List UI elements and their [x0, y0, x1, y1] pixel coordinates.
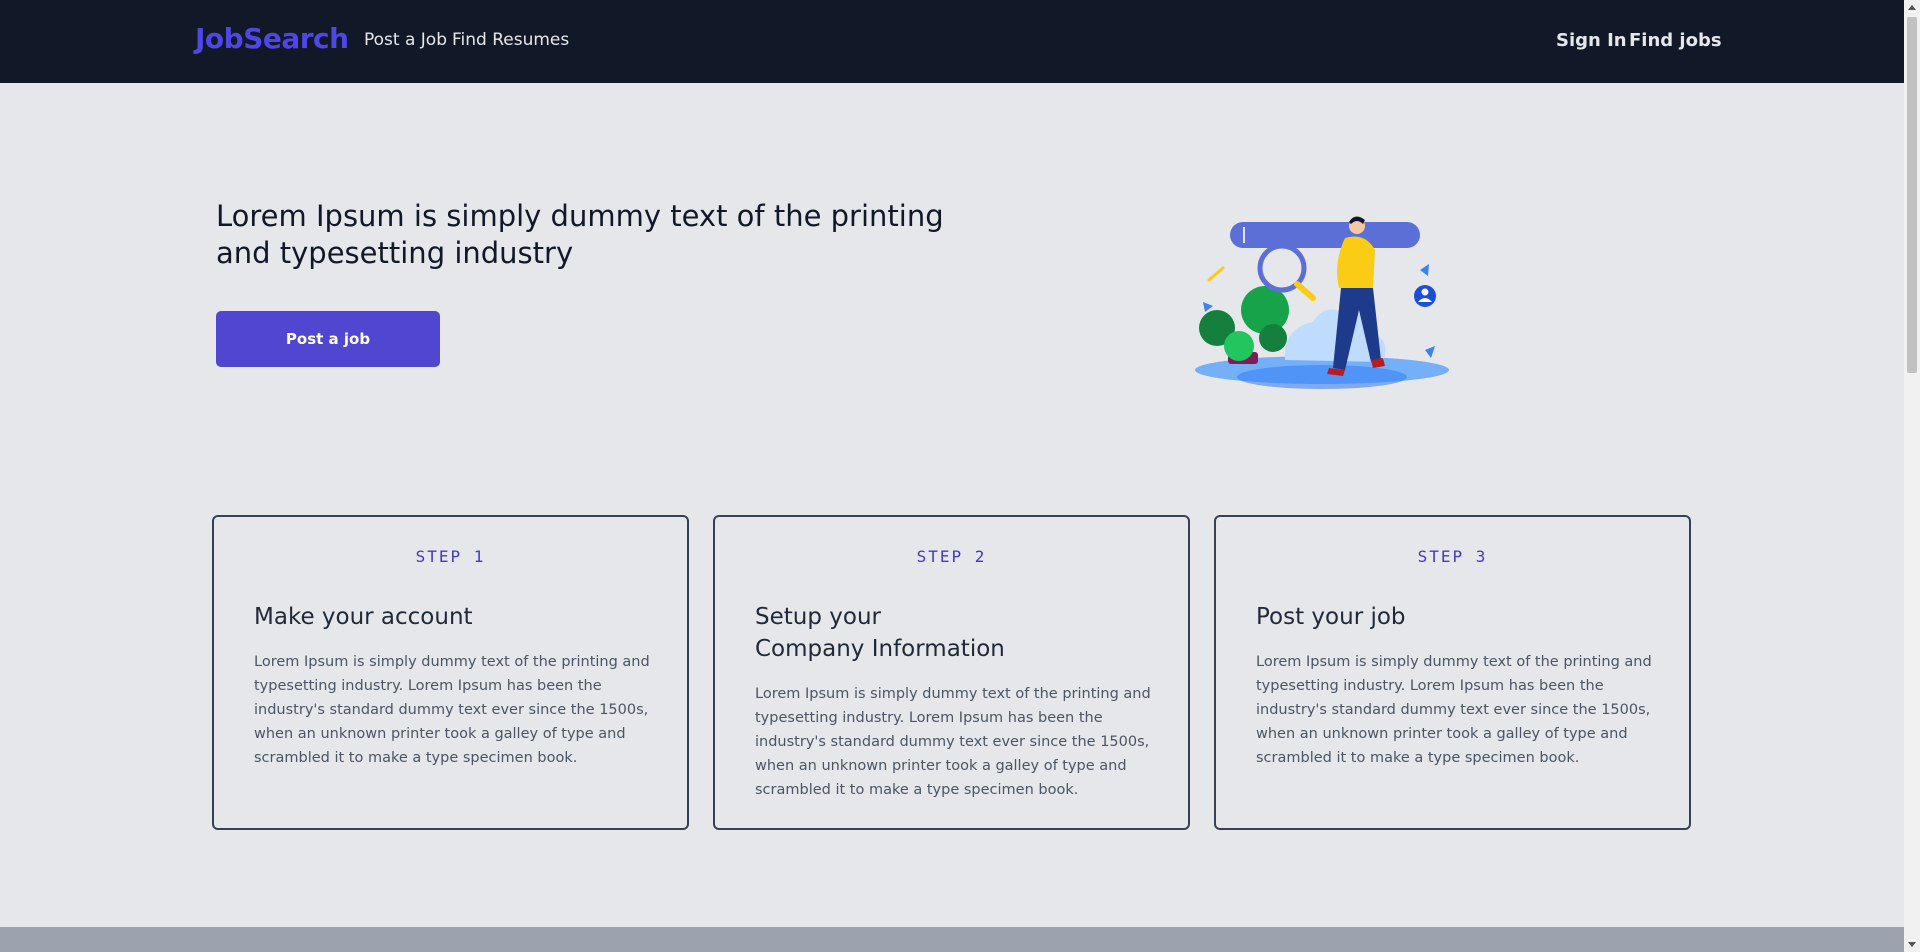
nav-sign-in-link[interactable]: Sign In	[1556, 30, 1627, 51]
step-label: STEP 3	[1417, 547, 1488, 566]
magnifier-handle	[1294, 281, 1316, 301]
step-label: STEP 2	[916, 547, 987, 566]
person-body	[1337, 236, 1375, 288]
step-title: Make your account	[254, 604, 473, 630]
post-a-job-button[interactable]: Post a job	[216, 311, 440, 367]
search-bar-shape	[1230, 222, 1420, 248]
triangle-decoration	[1425, 346, 1435, 358]
vertical-scrollbar[interactable]	[1904, 0, 1920, 952]
nav-find-jobs-link[interactable]: Find jobs	[1629, 30, 1722, 51]
step-description: Lorem Ipsum is simply dummy text of the …	[755, 686, 1151, 798]
key-decoration	[1207, 266, 1225, 282]
step-label: STEP 1	[415, 547, 486, 566]
step-description: Lorem Ipsum is simply dummy text of the …	[1256, 654, 1652, 766]
step-description: Lorem Ipsum is simply dummy text of the …	[254, 654, 650, 766]
job-search-illustration	[1195, 216, 1449, 389]
scrollbar-thumb[interactable]	[1907, 17, 1917, 373]
top-navbar: JobSearch Post a Job Find Resumes Sign I…	[0, 0, 1904, 83]
scroll-up-arrow-icon[interactable]	[1908, 5, 1916, 10]
triangle-decoration	[1203, 302, 1213, 312]
step-title: Post your job	[1256, 604, 1406, 630]
step-card-3: STEP 3 Post your job Lorem Ipsum is simp…	[1214, 515, 1691, 830]
scroll-down-arrow-icon[interactable]	[1908, 942, 1916, 947]
nav-find-resumes-link[interactable]: Find Resumes	[452, 30, 569, 50]
ground-ellipse-inner	[1237, 365, 1407, 389]
triangle-decoration	[1420, 264, 1429, 276]
step-card-2: STEP 2 Setup your Company Information Lo…	[713, 515, 1190, 830]
plant-leaf	[1224, 331, 1254, 361]
nav-post-a-job-link[interactable]: Post a Job	[364, 30, 447, 50]
step-title: Setup your Company Information	[755, 604, 1005, 662]
user-icon	[1414, 285, 1436, 307]
page: JobSearch Post a Job Find Resumes Sign I…	[0, 0, 1904, 952]
footer-band	[0, 927, 1904, 952]
brand-logo[interactable]: JobSearch	[195, 22, 349, 55]
user-icon-head	[1421, 288, 1429, 296]
hero-title: Lorem Ipsum is simply dummy text of the …	[216, 199, 944, 270]
plant-leaf	[1259, 324, 1287, 352]
step-card-1: STEP 1 Make your account Lorem Ipsum is …	[212, 515, 689, 830]
search-cursor	[1243, 227, 1245, 243]
